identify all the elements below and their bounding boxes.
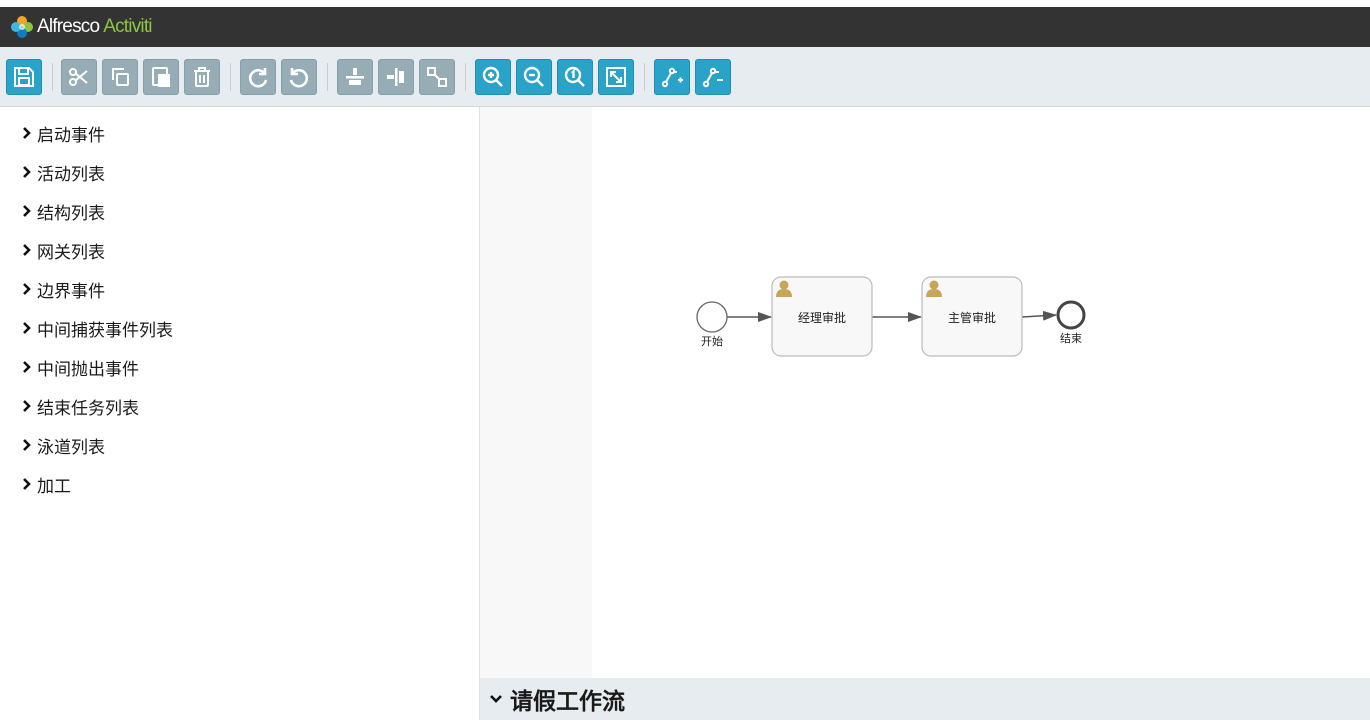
chevron-right-icon [23,283,31,295]
alfresco-logo-icon [11,16,33,38]
palette-group-structural[interactable]: 结构列表 [22,199,105,224]
chevron-right-icon [23,166,31,178]
undo-button[interactable] [281,59,317,95]
scissors-icon [69,68,88,86]
toolbar-separator [230,63,231,91]
zoom-in-button[interactable] [475,59,511,95]
redo-button[interactable] [240,59,276,95]
toolbar-separator [465,63,466,91]
palette-group-intermediate-throw-events[interactable]: 中间抛出事件 [22,355,139,380]
palette-group-label: 泳道列表 [37,437,105,458]
zoom-out-button[interactable] [516,59,552,95]
copy-button[interactable] [102,59,138,95]
palette-group-label: 启动事件 [37,125,105,146]
process-properties-panel[interactable]: 请假工作流 [480,678,1370,720]
palette-group-intermediate-catch-events[interactable]: 中间捕获事件列表 [22,316,173,341]
palette-group-label: 中间抛出事件 [37,359,139,380]
palette-group-label: 加工 [37,476,71,497]
chevron-right-icon [23,244,31,256]
trash-icon [194,67,210,87]
palette-group-label: 结构列表 [37,203,105,224]
save-icon [14,67,34,87]
chevron-right-icon [23,478,31,490]
palette-group-label: 结束任务列表 [37,398,139,419]
user-task-manager-approval[interactable] [771,276,873,357]
chevron-right-icon [23,439,31,451]
brand-name-alfresco: Alfresco [37,16,100,37]
palette-group-activities[interactable]: 活动列表 [22,160,105,185]
canvas-gutter [480,107,592,678]
zoom-in-icon [482,66,503,87]
chevron-right-icon [23,361,31,373]
palette-group-artifacts[interactable]: 加工 [22,472,71,497]
user-task-supervisor-approval[interactable] [921,276,1023,357]
add-bendpoint-button[interactable] [654,59,690,95]
brand-name-activiti: Activiti [103,16,152,37]
chevron-down-icon[interactable] [489,692,503,706]
remove-bendpoint-icon [702,67,723,88]
chevron-right-icon [23,205,31,217]
zoom-out-icon [523,66,544,87]
save-button[interactable] [6,59,42,95]
palette-group-boundary-events[interactable]: 边界事件 [22,277,105,302]
align-vertical-icon [387,68,404,86]
palette-group-label: 边界事件 [37,281,105,302]
toolbar-separator [52,63,53,91]
paste-button[interactable] [143,59,179,95]
same-size-button[interactable] [419,59,455,95]
zoom-actual-icon [564,66,585,87]
delete-button[interactable] [184,59,220,95]
zoom-fit-button[interactable] [598,59,634,95]
cut-button[interactable] [61,59,97,95]
palette-group-end-events[interactable]: 结束任务列表 [22,394,139,419]
chevron-right-icon [23,400,31,412]
top-strip [0,0,1370,7]
editor-toolbar [0,47,1370,107]
chevron-right-icon [23,322,31,334]
end-event[interactable] [1056,300,1086,330]
add-bendpoint-icon [661,67,683,88]
process-canvas[interactable] [592,107,1370,678]
shape-palette-sidebar: 启动事件 活动列表 结构列表 网关列表 边界事件 中间捕获事件列表 中间抛出事件… [0,107,480,720]
app-logo: Alfresco Activiti [10,15,153,39]
align-horizontal-icon [346,68,364,85]
zoom-actual-button[interactable] [557,59,593,95]
align-vertical-button[interactable] [378,59,414,95]
start-event[interactable] [696,301,728,333]
toolbar-separator [327,63,328,91]
align-horizontal-button[interactable] [337,59,373,95]
process-title: 请假工作流 [510,689,625,715]
zoom-fit-icon [606,67,626,87]
redo-icon [248,68,268,88]
remove-bendpoint-button[interactable] [695,59,731,95]
palette-group-label: 活动列表 [37,164,105,185]
palette-group-swimlanes[interactable]: 泳道列表 [22,433,105,458]
copy-icon [112,68,129,86]
same-size-icon [427,67,447,87]
paste-icon [152,67,170,87]
toolbar-separator [644,63,645,91]
undo-icon [289,68,309,88]
app-header: Alfresco Activiti [0,7,1370,47]
palette-group-label: 网关列表 [37,242,105,263]
palette-group-start-events[interactable]: 启动事件 [22,121,105,146]
palette-group-gateways[interactable]: 网关列表 [22,238,105,263]
chevron-right-icon [23,127,31,139]
palette-group-label: 中间捕获事件列表 [37,320,173,341]
